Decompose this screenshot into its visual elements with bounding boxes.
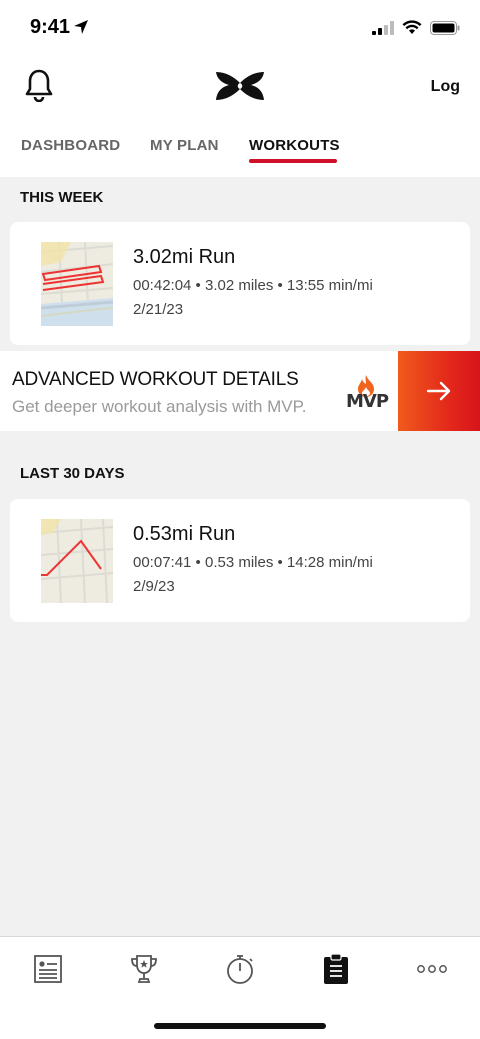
workout-title: 0.53mi Run — [133, 523, 236, 545]
workout-stats: 00:42:04 • 3.02 miles • 13:55 min/mi — [133, 277, 373, 294]
workout-date: 2/21/23 — [133, 301, 184, 318]
tab-bar: DASHBOARD MY PLAN WORKOUTS — [0, 120, 480, 177]
mvp-logo: MVP — [344, 373, 389, 414]
home-indicator — [154, 1023, 326, 1029]
route-map-icon — [41, 519, 113, 603]
workout-card[interactable]: 3.02mi Run 00:42:04 • 3.02 miles • 13:55… — [10, 222, 470, 345]
banner-subtitle: Get deeper workout analysis with MVP. — [12, 397, 307, 416]
tab-my-plan[interactable]: MY PLAN — [150, 137, 219, 154]
bottom-navigation — [0, 936, 480, 1039]
brand-logo — [216, 72, 264, 100]
banner-go-button[interactable] — [398, 351, 480, 431]
banner-title: ADVANCED WORKOUT DETAILS — [12, 369, 299, 390]
workout-title: 3.02mi Run — [133, 246, 236, 268]
signal-icon — [372, 20, 394, 35]
more-dots-icon — [417, 965, 447, 973]
log-link[interactable]: Log — [431, 78, 460, 96]
arrow-right-icon — [426, 381, 451, 401]
nav-workouts[interactable] — [316, 951, 356, 987]
battery-icon — [430, 20, 460, 35]
nav-feed[interactable] — [28, 951, 68, 987]
wifi-icon — [402, 20, 422, 34]
status-time: 9:41 — [30, 16, 71, 38]
route-map-icon — [41, 242, 113, 326]
active-tab-indicator — [249, 159, 337, 163]
nav-challenges[interactable] — [124, 951, 164, 987]
route-map-thumbnail — [41, 519, 113, 603]
nav-record[interactable] — [220, 951, 260, 987]
status-bar: 9:41 — [0, 0, 480, 56]
clipboard-icon — [324, 953, 348, 984]
bell-icon[interactable] — [24, 68, 54, 102]
workout-card[interactable]: 0.53mi Run 00:07:41 • 0.53 miles • 14:28… — [10, 499, 470, 622]
location-arrow-icon — [74, 20, 88, 34]
workout-stats: 00:07:41 • 0.53 miles • 14:28 min/mi — [133, 554, 373, 571]
workout-date: 2/9/23 — [133, 578, 175, 595]
route-map-thumbnail — [41, 242, 113, 326]
mvp-logo-text: MVP — [346, 391, 389, 412]
section-title-this-week: THIS WEEK — [20, 189, 104, 206]
section-title-last-30-days: LAST 30 DAYS — [20, 465, 125, 482]
status-indicators — [372, 20, 460, 35]
app-header: Log — [0, 56, 480, 120]
nav-more[interactable] — [412, 951, 452, 987]
mvp-upsell-banner[interactable]: ADVANCED WORKOUT DETAILS Get deeper work… — [0, 351, 480, 431]
stopwatch-icon — [227, 955, 253, 984]
feed-icon — [34, 955, 62, 983]
trophy-icon — [131, 955, 157, 983]
tab-workouts[interactable]: WORKOUTS — [249, 137, 340, 154]
tab-dashboard[interactable]: DASHBOARD — [21, 137, 120, 154]
